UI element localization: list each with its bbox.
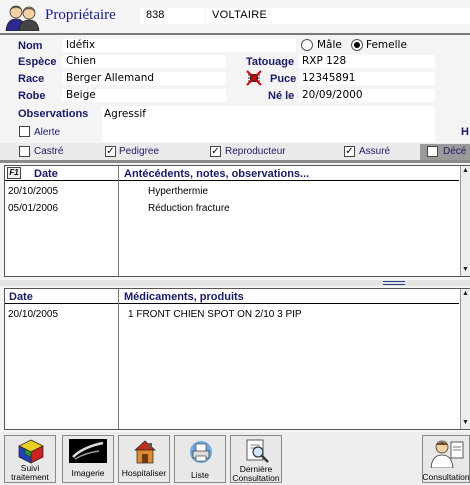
observations-value: Agressif xyxy=(104,108,146,120)
puce-value: 12345891 xyxy=(302,72,356,84)
owner-name: VOLTAIRE xyxy=(212,9,268,21)
radio-male[interactable] xyxy=(301,39,313,51)
imagerie-label: Imagerie xyxy=(71,468,105,478)
medications-scrollbar[interactable] xyxy=(460,289,470,429)
hospitaliser-button[interactable]: Hospitaliser xyxy=(118,435,170,483)
suivi-traitement-button[interactable]: Suivi traitement xyxy=(4,435,56,483)
scroll-down-arrow-icon[interactable]: ▼ xyxy=(462,419,469,426)
history-col-date[interactable]: Date xyxy=(34,168,58,180)
doctor-icon xyxy=(429,438,465,471)
observations-label: Observations xyxy=(18,108,89,120)
medications-row-product[interactable]: 1 FRONT CHIEN SPOT ON 2/10 3 PIP xyxy=(128,309,302,320)
liste-button[interactable]: Liste xyxy=(174,435,226,483)
robe-label: Robe xyxy=(18,90,46,102)
xray-icon xyxy=(69,439,107,463)
tatouage-value: RXP 128 xyxy=(302,55,347,67)
observations-field[interactable] xyxy=(102,106,435,142)
cut-label: H xyxy=(461,126,469,138)
nom-value: Idéfix xyxy=(66,39,96,51)
history-col-notes[interactable]: Antécédents, notes, observations... xyxy=(124,168,309,180)
scroll-down-arrow-icon[interactable]: ▼ xyxy=(462,266,469,273)
history-row-note[interactable]: Réduction fracture xyxy=(148,203,230,214)
consultation-label: Consultation xyxy=(422,472,470,482)
derniere-consultation-button[interactable]: Dernière Consultation xyxy=(230,435,282,483)
printer-icon xyxy=(189,440,213,467)
splitter-handle-icon[interactable] xyxy=(383,281,405,282)
ne-le-value: 20/09/2000 xyxy=(302,89,363,101)
radio-femelle[interactable] xyxy=(351,39,363,51)
derniere-label-2: Consultation xyxy=(232,473,280,483)
splitter-handle-icon[interactable] xyxy=(383,284,405,285)
puce-chip-icon[interactable] xyxy=(246,70,262,89)
race-value: Berger Allemand xyxy=(66,72,155,84)
liste-label: Liste xyxy=(191,470,209,480)
pedigree-checkbox[interactable]: ✓ xyxy=(105,146,116,157)
reproducteur-label: Reproducteur xyxy=(225,146,286,157)
scroll-up-arrow-icon[interactable]: ▲ xyxy=(462,167,469,174)
medications-col-divider xyxy=(118,289,119,429)
history-row-note[interactable]: Hyperthermie xyxy=(148,186,208,197)
robe-value: Beige xyxy=(66,89,96,101)
assure-checkbox[interactable]: ✓ xyxy=(344,146,355,157)
hospital-house-icon xyxy=(133,439,157,468)
assure-label: Assuré xyxy=(359,146,391,157)
scroll-up-arrow-icon[interactable]: ▲ xyxy=(462,290,469,297)
medications-col-date[interactable]: Date xyxy=(9,291,33,303)
medications-col-products[interactable]: Médicaments, produits xyxy=(124,291,244,303)
castre-checkbox[interactable] xyxy=(19,146,30,157)
top-divider xyxy=(0,33,470,35)
f1-button[interactable]: F1 xyxy=(7,167,21,179)
decede-label: Décé xyxy=(443,146,467,157)
radio-male-label: Mâle xyxy=(317,39,342,51)
medications-row-date[interactable]: 20/10/2005 xyxy=(8,309,58,320)
alerte-checkbox[interactable] xyxy=(19,126,30,137)
espece-label: Espèce xyxy=(18,56,57,68)
reproducteur-checkbox[interactable]: ✓ xyxy=(210,146,221,157)
owner-number: 838 xyxy=(146,9,165,21)
ne-le-label: Né le xyxy=(268,90,295,102)
history-row-date[interactable]: 20/10/2005 xyxy=(8,186,58,197)
alerte-label: Alerte xyxy=(34,127,61,138)
history-scrollbar[interactable] xyxy=(460,166,470,276)
decede-checkbox[interactable] xyxy=(427,146,438,157)
owner-people-icon[interactable] xyxy=(4,3,42,32)
magnifier-document-icon xyxy=(244,438,270,467)
imagerie-button[interactable]: Imagerie xyxy=(62,435,114,483)
radio-femelle-label: Femelle xyxy=(366,39,407,51)
history-col-divider xyxy=(118,166,119,276)
pedigree-label: Pedigree xyxy=(119,146,160,157)
suivi-label-2: traitement xyxy=(11,472,49,482)
nom-label: Nom xyxy=(18,40,43,52)
panel-divider xyxy=(0,160,470,163)
consultation-button[interactable]: Consultation xyxy=(422,435,470,483)
history-table[interactable] xyxy=(4,165,470,277)
owner-label[interactable]: Propriétaire xyxy=(45,7,116,24)
tatouage-label: Tatouage xyxy=(246,56,295,68)
race-label: Race xyxy=(18,73,45,85)
history-row-date[interactable]: 05/01/2006 xyxy=(8,203,58,214)
puce-label: Puce xyxy=(270,73,297,85)
castre-label: Castré xyxy=(34,146,64,157)
nom-field[interactable] xyxy=(62,39,296,52)
espece-value: Chien xyxy=(66,55,97,67)
hospitaliser-label: Hospitaliser xyxy=(121,468,167,478)
